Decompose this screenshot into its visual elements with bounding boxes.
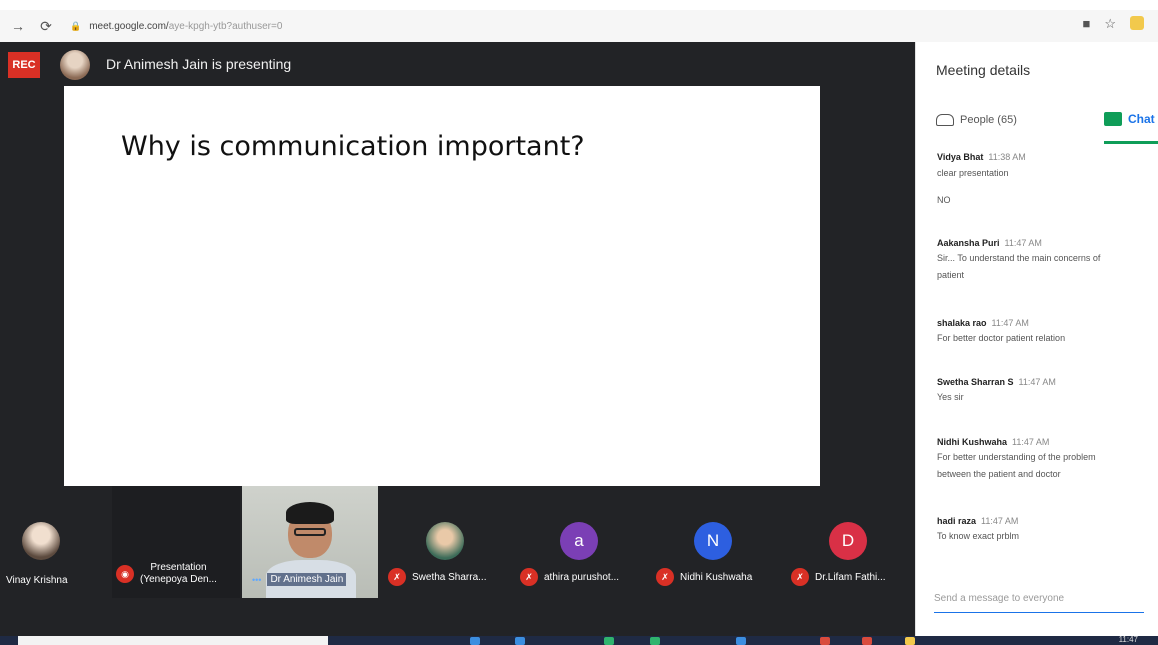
participant-strip: Vinay Krishna ◉ Presentation (Yenepoya D… [0, 486, 915, 606]
chat-icon [1104, 112, 1122, 126]
avatar: N [694, 522, 732, 560]
participant-name: ••• Dr Animesh Jain [252, 573, 347, 586]
chat-message: Swetha Sharran S 11:47 AM Yes sir [937, 377, 1056, 402]
meeting-details-panel: Meeting details People (65) Chat Vidya B… [915, 42, 1158, 636]
presenter-label: Dr Animesh Jain is presenting [106, 56, 292, 72]
participant-tile-video[interactable]: ••• Dr Animesh Jain [242, 486, 378, 598]
lock-icon: 🔒 [70, 20, 82, 31]
avatar [426, 522, 464, 560]
slide-title: Why is communication important? [121, 131, 585, 162]
camera-icon[interactable]: ■ [1082, 16, 1090, 32]
chat-message: Nidhi Kushwaha 11:47 AM For better unders… [937, 437, 1096, 479]
speaking-indicator-icon: ••• [252, 574, 262, 585]
participant-tile[interactable]: ◉ Presentation (Yenepoya Den... [112, 486, 240, 598]
app-icon[interactable] [650, 637, 660, 645]
browser-toolbar: → ⟳ 🔒 meet.google.com/ aye-kpgh-ytb?auth… [0, 10, 1158, 42]
panel-title: Meeting details [936, 62, 1031, 78]
video-person-hair [286, 502, 334, 524]
reload-icon[interactable]: ⟳ [36, 16, 56, 36]
address-bar[interactable]: 🔒 meet.google.com/ aye-kpgh-ytb?authuser… [70, 21, 282, 32]
mic-off-icon: ✗ [388, 568, 406, 586]
participant-name: ◉ Presentation (Yenepoya Den... [116, 562, 217, 586]
participant-tile[interactable]: N ✗ Nidhi Kushwaha [652, 486, 784, 598]
recording-badge: REC [8, 52, 40, 78]
participant-tile[interactable]: a ✗ athira purushot... [514, 486, 649, 598]
avatar: a [560, 522, 598, 560]
presenter-avatar [60, 50, 90, 80]
presentation-icon: ◉ [116, 565, 134, 583]
tab-chat[interactable]: Chat [1104, 112, 1155, 126]
app-icon[interactable] [862, 637, 872, 645]
app-icon[interactable] [470, 637, 480, 645]
participant-tile[interactable]: D ✗ Dr.Lifam Fathi... [787, 486, 913, 598]
meeting-stage: REC Dr Animesh Jain is presenting Why is… [0, 42, 915, 636]
mic-off-icon: ✗ [520, 568, 538, 586]
video-person-glasses [294, 528, 326, 536]
app-icon[interactable] [604, 637, 614, 645]
extension-icon[interactable] [1130, 16, 1144, 30]
app-icon[interactable] [736, 637, 746, 645]
app-icon[interactable] [820, 637, 830, 645]
participant-name: ✗ athira purushot... [520, 568, 619, 586]
os-taskbar: 11:47 [0, 635, 1158, 645]
chat-message: shalaka rao 11:47 AM For better doctor pa… [937, 318, 1066, 343]
participant-name: ✗ Dr.Lifam Fathi... [791, 568, 886, 586]
participant-tile[interactable]: ✗ Swetha Sharra... [380, 486, 510, 598]
participant-tile[interactable]: Vinay Krishna [0, 486, 110, 598]
mic-off-icon: ✗ [791, 568, 809, 586]
people-icon [936, 114, 954, 126]
taskbar-clock: 11:47 [1118, 635, 1138, 644]
url-path: aye-kpgh-ytb?authuser=0 [168, 20, 283, 32]
presentation-slide: Why is communication important? [64, 86, 820, 486]
avatar [22, 522, 60, 560]
chat-message: Aakansha Puri 11:47 AM Sir... To understa… [937, 238, 1101, 280]
chat-message: Vidya Bhat 11:38 AM clear presentation NO [937, 152, 1026, 205]
bottom-bar [0, 608, 915, 636]
tab-people[interactable]: People (65) [936, 114, 1017, 126]
taskbar-search[interactable] [18, 636, 328, 645]
app-icon[interactable] [905, 637, 915, 645]
chat-message: hadi raza 11:47 AM To know exact prblm [937, 516, 1020, 541]
participant-name: ✗ Nidhi Kushwaha [656, 568, 752, 586]
avatar: D [829, 522, 867, 560]
chat-input[interactable]: Send a message to everyone [934, 593, 1144, 613]
forward-icon[interactable]: → [8, 16, 28, 36]
participant-name: ✗ Swetha Sharra... [388, 568, 486, 586]
app-icon[interactable] [515, 637, 525, 645]
participant-name: Vinay Krishna [6, 575, 68, 586]
mic-off-icon: ✗ [656, 568, 674, 586]
browser-actions: ■ ☆ [1082, 16, 1144, 32]
star-icon[interactable]: ☆ [1104, 16, 1116, 32]
active-tab-indicator [1104, 141, 1158, 144]
url-host: meet.google.com/ [89, 20, 169, 32]
